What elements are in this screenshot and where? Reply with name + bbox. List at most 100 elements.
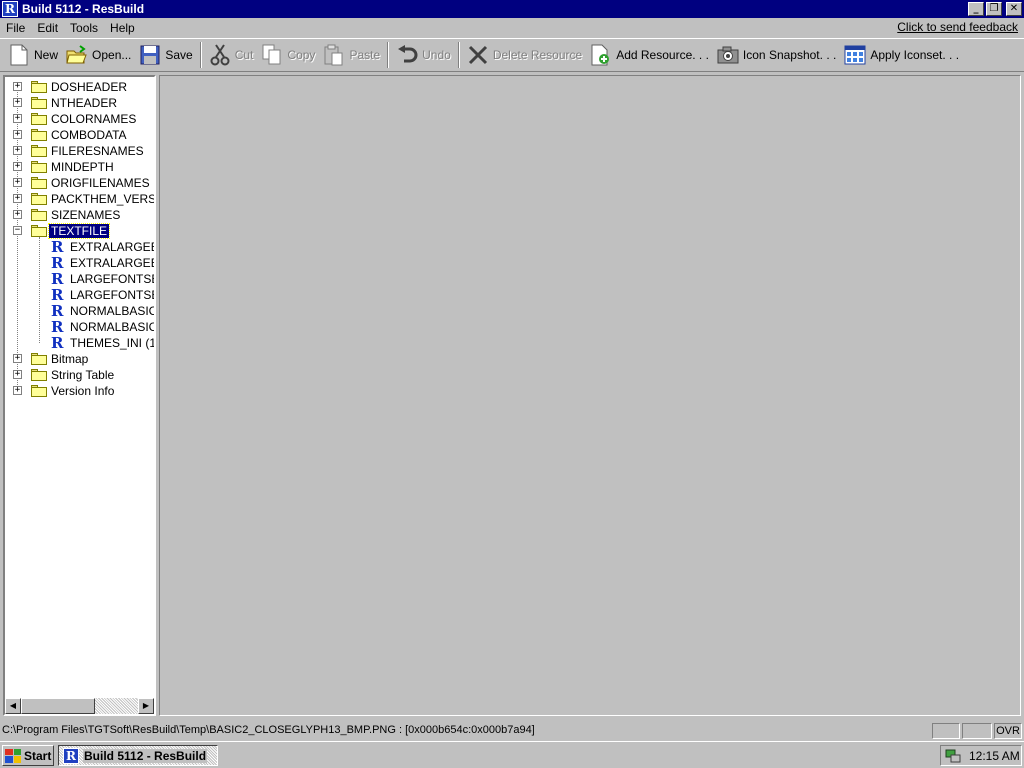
expand-icon[interactable]: +	[13, 146, 22, 155]
resource-r-icon: R	[51, 286, 64, 304]
tree-resource-label: EXTRALARGEBA	[70, 256, 154, 270]
tree-resource-label: LARGEFONTSBA	[70, 288, 154, 302]
expand-icon[interactable]: +	[13, 114, 22, 123]
tree-folder-sizenames[interactable]: + SIZENAMES	[5, 207, 154, 223]
undo-button[interactable]: Undo	[392, 40, 455, 70]
tree-folder-label: MINDEPTH	[51, 160, 114, 174]
menu-tools[interactable]: Tools	[64, 21, 104, 35]
tree-folder-combodata[interactable]: + COMBODATA	[5, 127, 154, 143]
save-label: Save	[165, 48, 193, 62]
icon-snapshot-button[interactable]: Icon Snapshot. . .	[713, 40, 840, 70]
start-button[interactable]: Start	[2, 745, 54, 766]
iconset-grid-icon	[844, 44, 866, 66]
status-file-path: C:\Program Files\TGTSoft\ResBuild\Temp\B…	[2, 724, 535, 736]
expand-icon[interactable]: +	[13, 194, 22, 203]
tree-folder-label: FILERESNAMES	[51, 144, 144, 158]
undo-label: Undo	[422, 48, 451, 62]
tree-folder-packthem-versio[interactable]: + PACKTHEM_VERSIO	[5, 191, 154, 207]
tree-folder-label: PACKTHEM_VERSIO	[51, 192, 156, 206]
folder-icon	[31, 209, 47, 221]
new-label: New	[34, 48, 59, 62]
expand-icon[interactable]: +	[13, 370, 22, 379]
icon-snapshot-label: Icon Snapshot. . .	[742, 48, 837, 62]
tree-horizontal-scrollbar[interactable]: ◀ ▶	[5, 698, 154, 714]
tree-folder-mindepth[interactable]: + MINDEPTH	[5, 159, 154, 175]
expand-icon[interactable]: +	[13, 210, 22, 219]
undo-icon	[396, 44, 418, 66]
tree-folder-colornames[interactable]: + COLORNAMES	[5, 111, 154, 127]
expand-icon[interactable]: +	[13, 98, 22, 107]
tree-folder-bitmap[interactable]: + Bitmap	[5, 351, 154, 367]
delete-resource-button[interactable]: Delete Resource	[463, 40, 586, 70]
toolbar-separator	[199, 42, 202, 68]
tree-resource-label: NORMALBASIC_I	[70, 320, 154, 334]
expand-icon[interactable]: +	[13, 354, 22, 363]
open-folder-icon	[31, 225, 47, 237]
tree-folder-version-info[interactable]: + Version Info	[5, 383, 154, 399]
tree-folder-ntheader[interactable]: + NTHEADER	[5, 95, 154, 111]
resource-r-icon: R	[51, 238, 64, 256]
toolbar-separator	[387, 42, 390, 68]
editor-area[interactable]	[159, 75, 1021, 716]
expand-icon[interactable]: +	[13, 178, 22, 187]
resource-tree-panel[interactable]: + DOSHEADER + NTHEADER + COLORNAMES + COMBODATA…	[3, 75, 156, 716]
tree-resource-item[interactable]: R EXTRALARGEBA	[5, 255, 154, 271]
open-folder-icon	[66, 44, 88, 66]
add-resource-button[interactable]: Add Resource. . .	[586, 40, 713, 70]
system-tray: 12:15 AM	[940, 745, 1022, 766]
paste-label: Paste	[349, 48, 381, 62]
taskbar-resbuild-button[interactable]: R Build 5112 - ResBuild	[58, 745, 218, 766]
title-bar[interactable]: R Build 5112 - ResBuild _ ❐ ✕	[0, 0, 1024, 18]
tree-resource-item[interactable]: R LARGEFONTSBA	[5, 287, 154, 303]
delete-resource-label: Delete Resource	[492, 48, 583, 62]
scroll-right-button[interactable]: ▶	[138, 698, 154, 714]
tree-folder-label: COLORNAMES	[51, 112, 137, 126]
tree-resource-item[interactable]: R LARGEFONTSBA	[5, 271, 154, 287]
tree-resource-item[interactable]: R EXTRALARGEBA	[5, 239, 154, 255]
scroll-left-button[interactable]: ◀	[5, 698, 21, 714]
tree-resource-item[interactable]: R NORMALBASIC_I	[5, 319, 154, 335]
clock[interactable]: 12:15 AM	[969, 749, 1020, 763]
tree-resource-label: THEMES_INI (103	[70, 336, 156, 350]
tree-folder-string-table[interactable]: + String Table	[5, 367, 154, 383]
folder-icon	[31, 145, 47, 157]
new-button[interactable]: New	[4, 40, 62, 70]
tree-folder-fileresnames[interactable]: + FILERESNAMES	[5, 143, 154, 159]
windows-logo-icon	[5, 748, 21, 763]
feedback-link[interactable]: Click to send feedback	[897, 20, 1018, 34]
cut-button[interactable]: Cut	[205, 40, 258, 70]
resource-r-icon: R	[51, 254, 64, 272]
app-icon[interactable]: R	[2, 1, 18, 17]
menu-file[interactable]: File	[0, 21, 31, 35]
scroll-thumb[interactable]	[21, 698, 95, 714]
tree-folder-textfile[interactable]: − TEXTFILE	[5, 223, 154, 239]
copy-button[interactable]: Copy	[257, 40, 319, 70]
expand-icon[interactable]: +	[13, 386, 22, 395]
status-bar: C:\Program Files\TGTSoft\ResBuild\Temp\B…	[0, 722, 1024, 740]
minimize-button[interactable]: _	[968, 2, 984, 16]
restore-button[interactable]: ❐	[986, 2, 1002, 16]
tree-folder-label: DOSHEADER	[51, 80, 128, 94]
close-button[interactable]: ✕	[1006, 2, 1022, 16]
network-tray-icon[interactable]	[945, 749, 961, 763]
collapse-icon[interactable]: −	[13, 226, 22, 235]
tree-resource-label: LARGEFONTSBA	[70, 272, 154, 286]
open-button[interactable]: Open...	[62, 40, 135, 70]
scissors-icon	[209, 44, 231, 66]
expand-icon[interactable]: +	[13, 162, 22, 171]
toolbar: New Open... Save Cut Copy Paste Undo Del…	[0, 38, 1024, 72]
tree-folder-dosheader[interactable]: + DOSHEADER	[5, 79, 154, 95]
menu-help[interactable]: Help	[104, 21, 141, 35]
tree-resource-item[interactable]: R THEMES_INI (103	[5, 335, 154, 351]
tree-folder-label: Bitmap	[51, 352, 89, 366]
save-button[interactable]: Save	[135, 40, 196, 70]
paste-button[interactable]: Paste	[319, 40, 384, 70]
folder-icon	[31, 81, 47, 93]
expand-icon[interactable]: +	[13, 130, 22, 139]
expand-icon[interactable]: +	[13, 82, 22, 91]
menu-edit[interactable]: Edit	[31, 21, 64, 35]
tree-folder-origfilenames[interactable]: + ORIGFILENAMES	[5, 175, 154, 191]
toolbar-separator	[457, 42, 460, 68]
apply-iconset-button[interactable]: Apply Iconset. . .	[840, 40, 963, 70]
tree-resource-item[interactable]: R NORMALBASIC2_	[5, 303, 154, 319]
